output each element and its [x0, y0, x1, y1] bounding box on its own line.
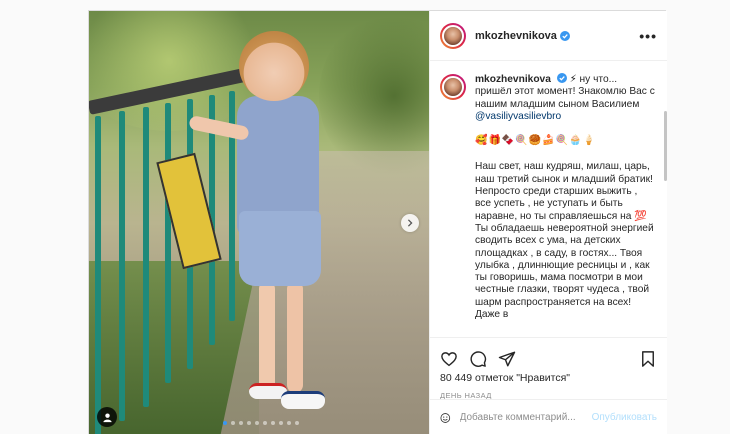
more-options-button[interactable]: •••: [639, 28, 657, 44]
child-sandal: [281, 391, 325, 409]
share-button[interactable]: [498, 350, 516, 368]
fence-bar: [165, 103, 171, 383]
carousel-dot: [231, 421, 235, 425]
post-header: mkozhevnikova •••: [430, 11, 667, 61]
verified-badge-icon: [556, 73, 567, 83]
likes-count[interactable]: 80 449 отметок "Нравится": [430, 370, 667, 384]
next-slide-button[interactable]: [401, 214, 419, 232]
caption-emojis: 🥰🎁🍫🍭🥮🍰🍭🧁🍦: [475, 135, 597, 147]
comment-bar: Опубликовать: [430, 399, 667, 434]
fence-bar: [95, 116, 101, 434]
carousel-indicator: [223, 421, 299, 425]
child-shorts: [239, 211, 321, 286]
post-dialog: mkozhevnikova ••• mkozhevnikova ⚡ ну что…: [88, 10, 667, 434]
comment-button[interactable]: [469, 350, 487, 368]
user-icon: [102, 412, 112, 422]
emoji-icon[interactable]: [440, 409, 451, 427]
fence-bar: [119, 111, 125, 421]
caption-username[interactable]: mkozhevnikova: [475, 74, 551, 85]
carousel-dot: [287, 421, 291, 425]
caption-row: mkozhevnikova ⚡ ну что... пришёл этот мо…: [440, 73, 655, 321]
post-actions: 80 449 отметок "Нравится" ДЕНЬ НАЗАД Опу…: [430, 337, 667, 434]
post-side-panel: mkozhevnikova ••• mkozhevnikova ⚡ ну что…: [429, 11, 667, 434]
post-photo[interactable]: [89, 11, 429, 434]
avatar[interactable]: [440, 74, 466, 100]
carousel-dot: [279, 421, 283, 425]
carousel-dot: [239, 421, 243, 425]
carousel-dot: [295, 421, 299, 425]
share-icon: [498, 351, 516, 367]
chevron-right-icon: [407, 219, 413, 227]
caption-paragraph: Наш свет, наш кудряш, милаш, царь, наш т…: [475, 161, 654, 321]
caption-scrollbar[interactable]: [664, 111, 667, 181]
heart-icon: [441, 352, 457, 367]
child-head: [239, 31, 309, 101]
carousel-dot: [255, 421, 259, 425]
bookmark-icon: [642, 351, 654, 367]
fence-bar: [143, 107, 149, 407]
carousel-dot: [271, 421, 275, 425]
action-icons-row: [430, 338, 667, 370]
publish-button[interactable]: Опубликовать: [592, 412, 657, 423]
comment-icon: [470, 351, 487, 367]
child-leg: [259, 281, 275, 391]
child-leg: [287, 281, 303, 393]
avatar-image: [442, 24, 464, 47]
like-button[interactable]: [440, 350, 458, 368]
mention-link[interactable]: @vasiliyvasilievbro: [475, 111, 561, 122]
post-time[interactable]: ДЕНЬ НАЗАД: [430, 384, 667, 400]
avatar[interactable]: [440, 22, 466, 49]
comment-input[interactable]: [459, 412, 592, 423]
caption-area: mkozhevnikova ⚡ ну что... пришёл этот мо…: [430, 61, 667, 337]
tagged-users-button[interactable]: [97, 407, 117, 427]
username-link[interactable]: mkozhevnikova: [475, 30, 557, 42]
carousel-dot: [263, 421, 267, 425]
avatar-image: [442, 76, 464, 98]
caption-text: mkozhevnikova ⚡ ну что... пришёл этот мо…: [475, 73, 655, 321]
save-button[interactable]: [639, 350, 657, 368]
carousel-dot: [247, 421, 251, 425]
verified-badge-icon: [559, 30, 570, 41]
carousel-dot: [223, 421, 227, 425]
